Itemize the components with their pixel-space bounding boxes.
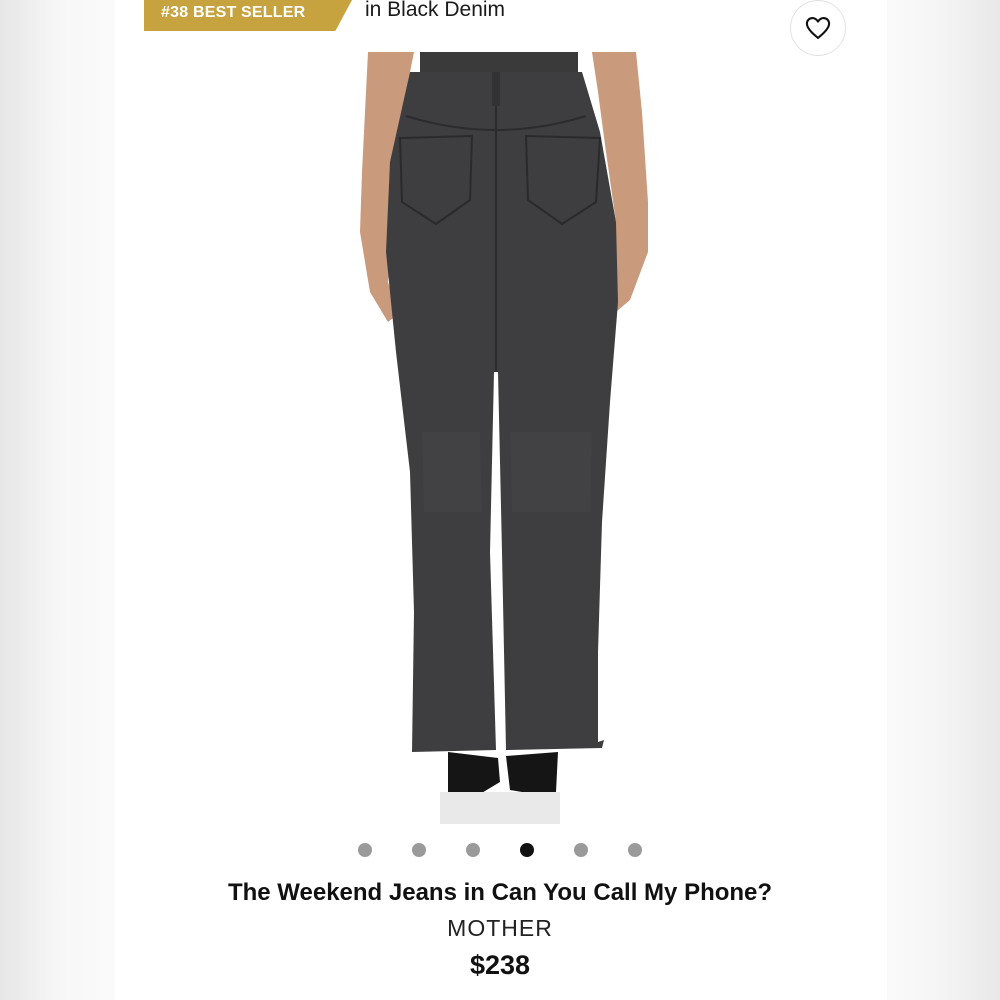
gallery-dot[interactable]	[466, 843, 480, 857]
gallery-dot[interactable]	[412, 843, 426, 857]
product-image[interactable]	[330, 52, 670, 824]
belt-loop	[492, 72, 500, 106]
gallery-dot[interactable]	[628, 843, 642, 857]
gallery-dots	[0, 843, 1000, 859]
gallery-dot[interactable]	[520, 843, 534, 857]
product-brand[interactable]: MOTHER	[0, 913, 1000, 943]
product-title[interactable]: The Weekend Jeans in Can You Call My Pho…	[0, 877, 1000, 909]
product-price: $238	[469, 950, 531, 980]
jeans	[386, 72, 618, 752]
product-subtitle: in Black Denim	[365, 0, 506, 21]
favorite-button[interactable]	[790, 0, 846, 56]
heart-outline-icon	[805, 17, 831, 39]
best-seller-badge: #38 BEST SELLER	[144, 0, 352, 31]
gallery-dot[interactable]	[358, 843, 372, 857]
gallery-dot[interactable]	[574, 843, 588, 857]
